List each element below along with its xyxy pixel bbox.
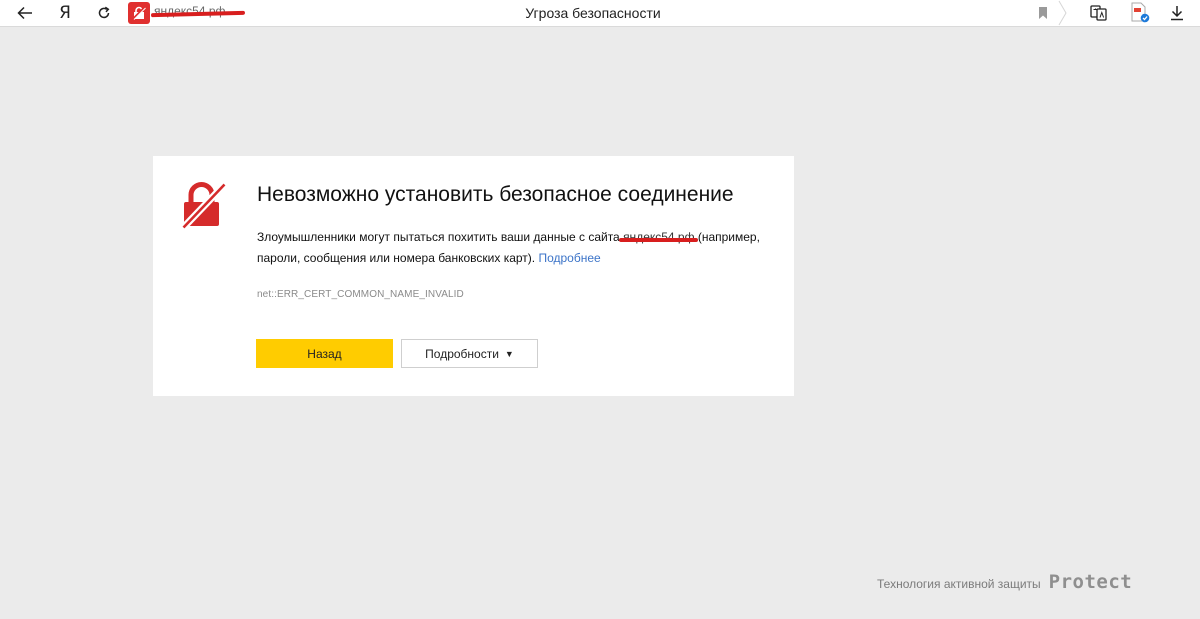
- browser-toolbar: Я яндекс54.рф Угроза безопасности: [0, 0, 1200, 27]
- back-arrow-icon[interactable]: [12, 0, 38, 26]
- site-security-badge[interactable]: [128, 2, 150, 24]
- reload-icon[interactable]: [91, 0, 117, 26]
- more-info-link[interactable]: Подробнее: [538, 251, 600, 265]
- site-redaction-mark: [619, 238, 699, 242]
- details-button[interactable]: Подробности ▼: [401, 339, 538, 368]
- security-warning-card: Невозможно установить безопасное соедине…: [153, 156, 794, 396]
- protect-logo: Protect: [1048, 571, 1133, 593]
- error-code: net::ERR_CERT_COMMON_NAME_INVALID: [257, 289, 464, 300]
- back-button[interactable]: Назад: [256, 339, 393, 368]
- bookmark-icon[interactable]: [1033, 0, 1053, 26]
- yandex-logo-button[interactable]: Я: [52, 0, 78, 26]
- pdf-extension-icon[interactable]: [1128, 0, 1152, 26]
- details-button-label: Подробности: [425, 346, 499, 361]
- broken-lock-icon: [181, 182, 227, 230]
- site-name: яндекс54.рф: [619, 230, 699, 244]
- broken-lock-icon: [132, 6, 146, 20]
- translate-icon[interactable]: [1088, 0, 1110, 26]
- protect-footer: Технология активной защиты Protect: [877, 571, 1132, 593]
- yandex-letter: Я: [59, 3, 71, 23]
- caret-down-icon: ▼: [504, 348, 514, 359]
- download-icon[interactable]: [1166, 0, 1188, 26]
- warning-title: Невозможно установить безопасное соедине…: [257, 183, 734, 206]
- footer-text: Технология активной защиты: [877, 577, 1041, 591]
- description-text: Злоумышленники могут пытаться похитить в…: [257, 230, 624, 244]
- toolbar-separator: [1058, 0, 1068, 31]
- warning-description: Злоумышленники могут пытаться похитить в…: [257, 227, 777, 269]
